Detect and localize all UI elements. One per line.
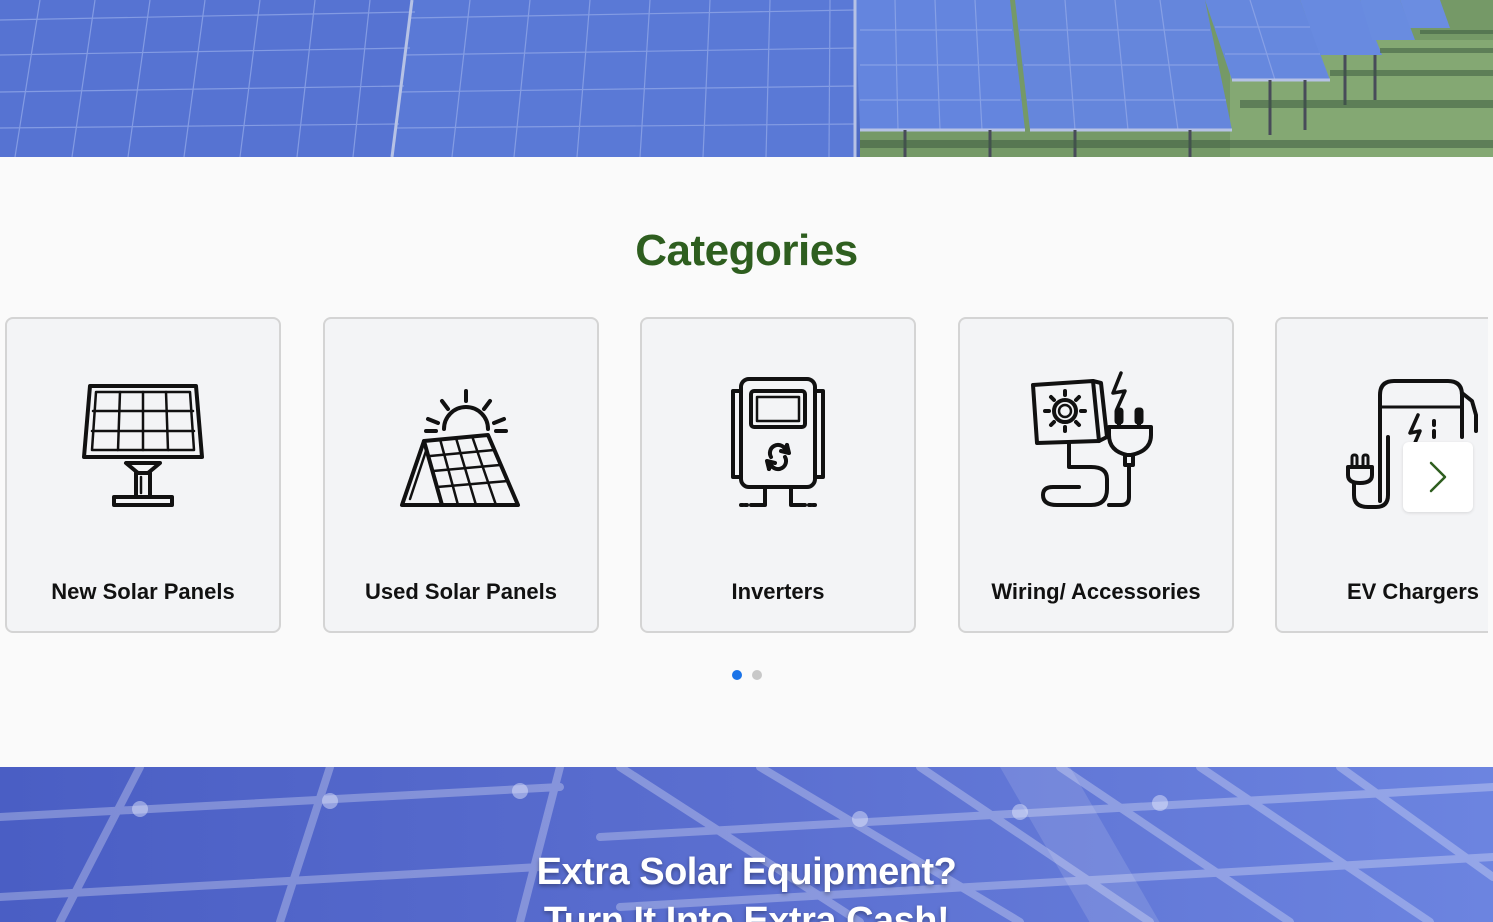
category-card-wiring-accessories[interactable]: Wiring/ Accessories bbox=[958, 317, 1234, 633]
category-label: New Solar Panels bbox=[51, 579, 235, 604]
solar-panel-sun-icon bbox=[400, 389, 520, 507]
banner-headline-line-2: Turn It Into Extra Cash! bbox=[543, 900, 950, 922]
category-label: Inverters bbox=[731, 579, 825, 604]
carousel-next-button[interactable] bbox=[1403, 442, 1473, 512]
category-label: Used Solar Panels bbox=[365, 579, 557, 604]
category-card-new-solar-panels[interactable]: New Solar Panels bbox=[5, 317, 281, 633]
banner-headline-line-1: Extra Solar Equipment? bbox=[536, 851, 957, 893]
categories-title: Categories bbox=[635, 226, 858, 275]
sell-banner: Extra Solar Equipment? Turn It Into Extr… bbox=[0, 767, 1493, 922]
pagination-dot-1[interactable] bbox=[732, 670, 742, 680]
category-label: Wiring/ Accessories bbox=[991, 579, 1201, 604]
inverter-icon bbox=[731, 377, 825, 507]
banner-background-image bbox=[0, 767, 1493, 922]
category-card-used-solar-panels[interactable]: Used Solar Panels bbox=[323, 317, 599, 633]
plug-wiring-icon bbox=[1031, 371, 1153, 507]
chevron-right-icon bbox=[1429, 461, 1447, 493]
categories-carousel: New Solar Panels Used Solar Panels Inver… bbox=[0, 317, 1488, 639]
carousel-pagination bbox=[732, 670, 762, 680]
category-label: EV Chargers bbox=[1346, 579, 1480, 604]
solar-panel-stand-icon bbox=[82, 384, 204, 507]
category-card-inverters[interactable]: Inverters bbox=[640, 317, 916, 633]
pagination-dot-2[interactable] bbox=[752, 670, 762, 680]
hero-image bbox=[0, 0, 1493, 157]
